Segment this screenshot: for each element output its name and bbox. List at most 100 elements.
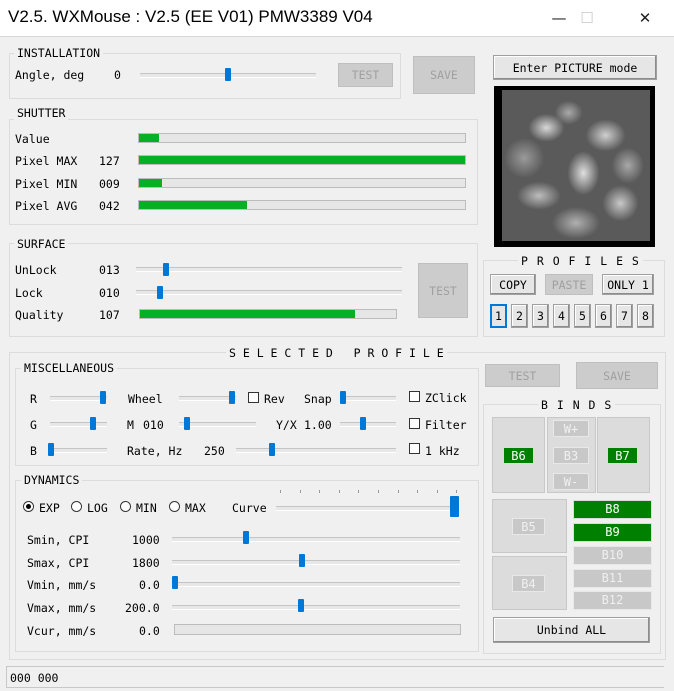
curve-slider-thumb[interactable] <box>450 496 459 517</box>
dynamics-group-label: DYNAMICS <box>21 473 83 487</box>
surface-test-button[interactable]: TEST <box>418 263 468 318</box>
profile-button-5[interactable]: 5 <box>574 304 591 328</box>
picture-mode-button[interactable]: Enter PICTURE mode <box>493 55 657 80</box>
profile-button-6[interactable]: 6 <box>595 304 612 328</box>
unlock-value: 013 <box>99 263 120 277</box>
quality-value: 107 <box>99 308 120 322</box>
smin-slider-thumb[interactable] <box>243 531 249 544</box>
snap-label: Snap <box>304 392 332 406</box>
b-slider-track[interactable] <box>50 448 107 453</box>
misc-group-label: MISCELLANEOUS <box>21 361 118 375</box>
vmin-label: Vmin, mm/s <box>27 578 97 592</box>
unlock-label: UnLock <box>15 263 57 277</box>
sensor-picture <box>494 86 655 247</box>
curve-tick <box>358 490 360 493</box>
pixel-avg-bar <box>138 200 466 210</box>
wheel-slider-thumb[interactable] <box>229 391 235 404</box>
r-slider-track[interactable] <box>50 396 107 401</box>
profile-paste-button[interactable]: PASTE <box>545 274 593 295</box>
mode-min-label: MIN <box>136 501 157 515</box>
unlock-slider-track[interactable] <box>136 267 402 272</box>
bind-b3[interactable]: B3 <box>553 447 589 464</box>
snap-slider-thumb[interactable] <box>340 391 346 404</box>
shutter-value-label: Value <box>15 132 50 146</box>
mode-log-label: LOG <box>87 501 108 515</box>
profile-button-3[interactable]: 3 <box>532 304 549 328</box>
rate-slider-track[interactable] <box>236 448 396 453</box>
quality-label: Quality <box>15 308 64 322</box>
zclick-checkbox[interactable] <box>409 391 420 402</box>
vmax-label: Vmax, mm/s <box>27 601 97 615</box>
bind-w-down[interactable]: W- <box>553 473 589 490</box>
curve-slider-track[interactable] <box>276 506 458 511</box>
selected-profile-title: S E L E C T E D P R O F I L E <box>226 346 447 360</box>
mode-exp-radio[interactable] <box>23 501 34 512</box>
selected-profile-save-button[interactable]: SAVE <box>576 362 658 389</box>
pixel-avg-value: 042 <box>99 199 120 213</box>
curve-tick <box>280 490 281 493</box>
yx-slider-track[interactable] <box>340 422 396 427</box>
title-bar: V2.5. WXMouse : V2.5 (EE V01) PMW3389 V0… <box>0 0 674 37</box>
maximize-button[interactable]: ☐ <box>564 0 610 36</box>
filter-checkbox[interactable] <box>409 418 420 429</box>
curve-tick <box>319 490 321 493</box>
unbind-all-button[interactable]: Unbind ALL <box>493 617 650 643</box>
khz-checkbox[interactable] <box>409 443 420 454</box>
smax-slider-thumb[interactable] <box>299 554 305 567</box>
angle-slider-thumb[interactable] <box>225 68 231 81</box>
vmin-slider-track[interactable] <box>172 582 460 587</box>
profile-button-1[interactable]: 1 <box>490 304 507 328</box>
vmax-slider-thumb[interactable] <box>298 599 304 612</box>
surface-group-label: SURFACE <box>14 237 69 251</box>
profile-button-2[interactable]: 2 <box>511 304 528 328</box>
profile-only1-button[interactable]: ONLY 1 <box>602 274 654 295</box>
bind-b8[interactable]: B8 <box>573 500 652 519</box>
mode-exp-label: EXP <box>39 501 60 515</box>
mode-max-radio[interactable] <box>169 501 180 512</box>
g-slider-track[interactable] <box>50 422 107 427</box>
curve-tick <box>436 490 438 493</box>
wheel-slider-track[interactable] <box>179 396 236 401</box>
pixel-avg-label: Pixel AVG <box>15 199 78 213</box>
lock-slider-track[interactable] <box>136 290 402 295</box>
installation-test-button[interactable]: TEST <box>338 63 393 87</box>
bind-b12[interactable]: B12 <box>573 591 652 610</box>
curve-tick <box>417 490 419 493</box>
lock-slider-thumb[interactable] <box>157 286 163 299</box>
window-title: V2.5. WXMouse : V2.5 (EE V01) PMW3389 V0… <box>8 7 373 26</box>
selected-profile-test-button[interactable]: TEST <box>485 364 560 387</box>
bind-w-up[interactable]: W+ <box>553 420 589 437</box>
vmax-slider-track[interactable] <box>172 605 460 610</box>
curve-tick <box>378 490 379 493</box>
smin-slider-track[interactable] <box>172 537 460 542</box>
snap-slider-track[interactable] <box>340 396 396 401</box>
bind-b7-label: B7 <box>607 447 638 464</box>
yx-slider-thumb[interactable] <box>360 417 366 430</box>
m-slider-track[interactable] <box>179 422 256 427</box>
rate-slider-thumb[interactable] <box>269 443 275 456</box>
unlock-slider-thumb[interactable] <box>163 263 169 276</box>
mode-log-radio[interactable] <box>71 501 82 512</box>
g-slider-thumb[interactable] <box>90 417 96 430</box>
m-slider-thumb[interactable] <box>184 417 190 430</box>
close-button[interactable]: ✕ <box>622 0 668 36</box>
rev-checkbox[interactable] <box>248 392 259 403</box>
bind-b10[interactable]: B10 <box>573 546 652 565</box>
vmax-value: 200.0 <box>125 601 160 615</box>
profile-button-4[interactable]: 4 <box>553 304 570 328</box>
profile-copy-button[interactable]: COPY <box>490 274 536 295</box>
angle-label: Angle, deg <box>15 68 85 82</box>
vmin-slider-thumb[interactable] <box>172 576 178 589</box>
bind-b11[interactable]: B11 <box>573 569 652 588</box>
profile-button-7[interactable]: 7 <box>616 304 633 328</box>
m-label: M <box>127 418 134 432</box>
r-slider-thumb[interactable] <box>100 391 106 404</box>
profile-button-8[interactable]: 8 <box>637 304 654 328</box>
installation-save-button[interactable]: SAVE <box>413 56 475 94</box>
profiles-group-label: P R O F I L E S <box>518 254 643 268</box>
mode-min-radio[interactable] <box>120 501 131 512</box>
khz-label: 1 kHz <box>425 444 460 458</box>
smax-slider-track[interactable] <box>172 560 460 565</box>
b-slider-thumb[interactable] <box>48 443 54 456</box>
bind-b9[interactable]: B9 <box>573 523 652 542</box>
